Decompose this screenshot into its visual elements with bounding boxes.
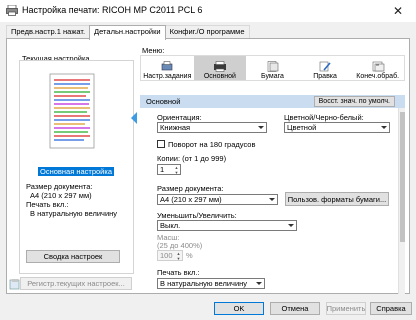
custom-paper-sizes-button[interactable]: Пользов. формаᴛы бумаги...: [285, 192, 389, 206]
close-button[interactable]: ✕: [380, 0, 416, 22]
tab-config-about[interactable]: Конфиг./О программе: [164, 25, 250, 39]
edit-icon: [319, 61, 331, 72]
apply-button[interactable]: Применить: [326, 302, 366, 315]
copies-label: Копии: (от 1 до 999): [157, 154, 227, 163]
rotate-180-checkbox[interactable]: [157, 140, 165, 148]
chevron-down-icon: [256, 282, 262, 285]
settings-summary-button[interactable]: Сводка настроек: [26, 250, 120, 263]
scale-stepper[interactable]: 100 ▲ ▼: [157, 250, 183, 261]
menu-item-paper[interactable]: Бумага: [246, 56, 299, 80]
chevron-down-icon: [288, 224, 294, 227]
menu-item-job-settings[interactable]: Настр.задания: [141, 56, 194, 80]
paper-icon: [268, 61, 279, 72]
finishing-icon: [372, 61, 384, 72]
spin-down-icon[interactable]: ▼: [173, 170, 180, 175]
menu-strip: Настр.задания Основной Бумага Правка Кон…: [140, 55, 405, 81]
rotate-180-label: Поворот на 180 градусов: [168, 140, 256, 149]
print-on-select[interactable]: В натуральную величину: [157, 278, 265, 289]
document-size-select[interactable]: A4 (210 x 297 мм): [157, 194, 278, 205]
menu-label: Меню:: [142, 46, 165, 55]
scale-range-label: (25 до 400%): [157, 241, 203, 250]
zoom-label: Уменьшить/Увеличить:: [157, 211, 237, 220]
menu-item-finishing[interactable]: Конеч.обраб.: [351, 56, 404, 80]
chevron-down-icon: [258, 126, 264, 129]
selected-setting-label: Основная настройка: [38, 167, 114, 176]
register-current-settings-button[interactable]: Регистр.текущих настроек...: [20, 277, 132, 290]
cancel-button[interactable]: Отмена: [270, 302, 320, 315]
tab-presets[interactable]: Предв.настр.1 нажат.: [6, 25, 91, 39]
document-preview-icon: [49, 73, 95, 149]
menu-item-basic[interactable]: Основной: [193, 56, 247, 80]
chevron-down-icon: [269, 198, 275, 201]
print-on-label: Печать вкл.:: [157, 268, 200, 277]
copies-stepper[interactable]: 1 ▲ ▼: [157, 164, 181, 175]
chevron-down-icon: [381, 126, 387, 129]
expand-arrow-icon[interactable]: [131, 112, 137, 124]
scrollbar-thumb[interactable]: [400, 112, 405, 242]
color-mode-label: Цветной/Черно-белый:: [284, 113, 364, 122]
tab-detailed-settings[interactable]: Детальн.настройки: [89, 25, 166, 40]
print-on-info-value: В натуральную величину: [30, 209, 118, 218]
section-header-bar: Основной Восст. знач. по умолч.: [140, 95, 405, 108]
window-title: Настройка печати: RICOH MP C2011 PCL 6: [22, 5, 203, 15]
orientation-label: Ориентация:: [157, 113, 202, 122]
job-settings-icon: [161, 61, 173, 71]
close-icon: ✕: [392, 4, 404, 18]
restore-defaults-button[interactable]: Восст. знач. по умолч.: [313, 96, 395, 107]
section-title: Основной: [146, 97, 181, 106]
menu-item-edit[interactable]: Правка: [299, 56, 352, 80]
help-button[interactable]: Справка: [370, 302, 412, 315]
spin-down-icon[interactable]: ▼: [175, 256, 182, 261]
ok-button[interactable]: OK: [214, 302, 264, 315]
doc-size-info-value: A4 (210 x 297 мм): [30, 191, 92, 200]
title-bar: Настройка печати: RICOH MP C2011 PCL 6 ✕: [0, 0, 416, 22]
scale-unit: %: [186, 251, 193, 260]
print-on-info-label: Печать вкл.:: [26, 200, 69, 209]
printer-icon: [6, 5, 18, 16]
doc-size-info-label: Размер документа:: [26, 182, 93, 191]
document-size-label: Размер документа:: [157, 184, 224, 193]
orientation-select[interactable]: Книжная: [157, 122, 267, 133]
color-mode-select[interactable]: Цветной: [284, 122, 390, 133]
zoom-select[interactable]: Выкл.: [157, 220, 297, 231]
basic-icon: [213, 61, 226, 72]
vertical-scrollbar[interactable]: [398, 108, 405, 294]
tab-strip: Предв.настр.1 нажат. Детальн.настройки К…: [6, 25, 250, 40]
